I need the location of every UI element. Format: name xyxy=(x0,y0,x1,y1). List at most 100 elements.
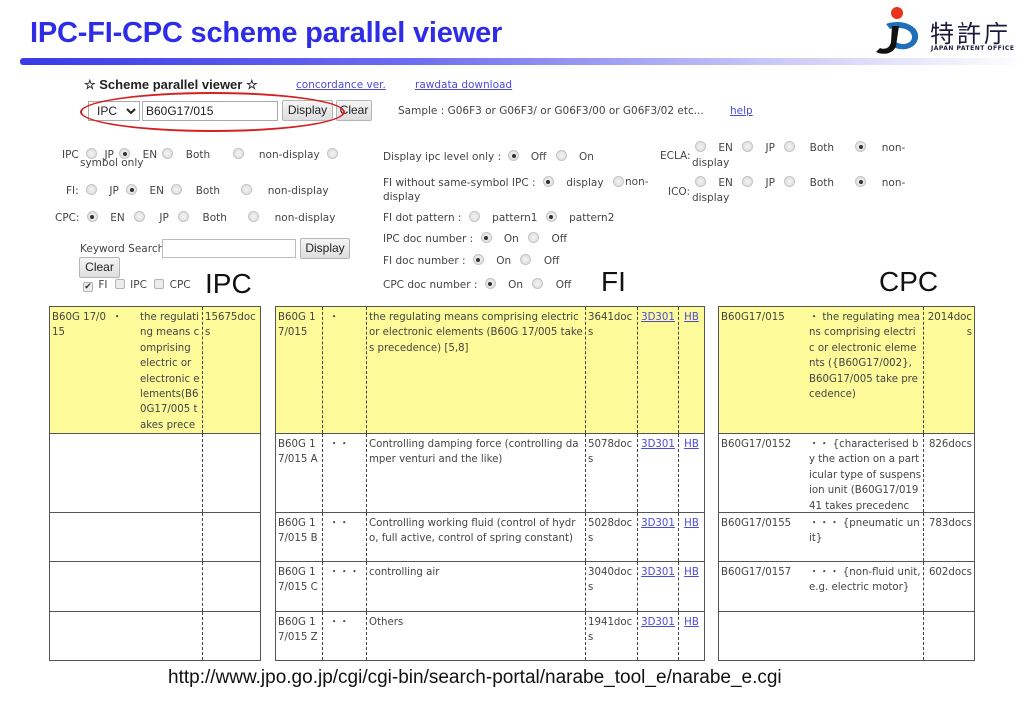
fi-radio-en[interactable] xyxy=(171,184,183,195)
cpc-radio-non-display[interactable] xyxy=(248,211,260,222)
ipc-radio-en[interactable] xyxy=(162,148,174,159)
cpc-title-cell: ・・ {characterised by the action on a par… xyxy=(809,439,922,512)
fi-hb-link[interactable]: HB xyxy=(678,434,704,512)
ico-choice-non-display-a: non- xyxy=(881,177,906,189)
ipc-docs-cell xyxy=(202,513,260,561)
cpc-doc-radio-on[interactable] xyxy=(484,278,496,289)
fi-doc-radio-off[interactable] xyxy=(520,254,532,265)
fi-hb-link-text[interactable]: HB xyxy=(684,518,699,529)
checkbox-cpc[interactable] xyxy=(154,279,165,289)
table-row[interactable]: B60G 17/015 Z ・・ Others 1941docs 3D301 H… xyxy=(276,612,704,660)
ipc-level-label: Display ipc level only : xyxy=(383,151,502,163)
title-underline xyxy=(20,58,1024,65)
fi-theme-link-text[interactable]: 3D301 xyxy=(641,567,675,578)
table-row[interactable]: B60G17/0152 ・・ {characterised by the act… xyxy=(719,434,974,513)
fi-symbol-cell: B60G 17/015 B xyxy=(278,518,318,545)
keyword-search-input[interactable] xyxy=(162,239,296,258)
ecla-radio-non-display[interactable] xyxy=(855,141,867,152)
keyword-display-button[interactable]: Display xyxy=(300,238,350,259)
fi-title-cell: the regulating means comprising electric… xyxy=(366,307,585,433)
fi-theme-link-text[interactable]: 3D301 xyxy=(641,617,675,628)
ipc-level-radio-off[interactable] xyxy=(508,150,520,161)
table-row[interactable]: B60G17/015 ・ the regulating means compri… xyxy=(719,307,974,434)
ecla-radio-jp[interactable] xyxy=(742,141,754,152)
fi-hb-link-text[interactable]: HB xyxy=(684,439,699,450)
fi-dots-cell: ・・ xyxy=(322,513,366,561)
ico-radio-en[interactable] xyxy=(695,176,706,187)
cpc-docs-cell: 2014docs xyxy=(923,307,974,433)
fi-docs-cell: 3641docs xyxy=(585,307,637,433)
fi-without-radio-display[interactable] xyxy=(542,176,554,187)
cpc-radio-jp[interactable] xyxy=(134,211,146,222)
ipc-docs-cell xyxy=(202,612,260,660)
concordance-link[interactable]: concordance ver. xyxy=(296,79,386,91)
fi-theme-link[interactable]: 3D301 xyxy=(637,562,678,611)
fi-theme-link[interactable]: 3D301 xyxy=(637,612,678,660)
ecla-choice-both: Both xyxy=(809,142,835,154)
cpc-radio-en[interactable] xyxy=(86,211,98,222)
fi-theme-link[interactable]: 3D301 xyxy=(637,434,678,512)
fi-theme-link-text[interactable]: 3D301 xyxy=(641,312,675,323)
ipc-choice-non-display: non-display xyxy=(258,149,320,161)
ico-radio-jp[interactable] xyxy=(742,176,754,187)
table-row[interactable]: B60G 17/015 C ・・・ controlling air 3040do… xyxy=(276,562,704,612)
fi-hb-link-text[interactable]: HB xyxy=(684,567,699,578)
fi-docs-cell: 5028docs xyxy=(585,513,637,561)
table-row[interactable]: B60G17/0157 ・・・ {non-fluid unit, e.g. el… xyxy=(719,562,974,612)
ecla-radio-both[interactable] xyxy=(784,141,796,152)
table-row[interactable]: B60G 17/015 B ・・ Controlling working flu… xyxy=(276,513,704,562)
fi-hb-link[interactable]: HB xyxy=(678,612,704,660)
fi-hb-link-text[interactable]: HB xyxy=(684,617,699,628)
table-row[interactable]: B60G17/0155 ・・・ {pneumatic unit} 783docs xyxy=(719,513,974,562)
fi-dot-radio-pattern1[interactable] xyxy=(468,211,480,222)
fi-theme-link[interactable]: 3D301 xyxy=(637,307,678,433)
checkbox-ipc[interactable] xyxy=(114,279,125,289)
checkbox-fi[interactable]: ✔ xyxy=(83,282,93,292)
fi-option-row: FI: JP EN Both non-display xyxy=(66,184,329,197)
fi-radio-both[interactable] xyxy=(241,184,253,195)
fi-hb-link-text[interactable]: HB xyxy=(684,312,699,323)
fi-hb-link[interactable]: HB xyxy=(678,562,704,611)
ipc-level-row: Display ipc level only : Off On xyxy=(383,150,594,163)
fi-without-radio-non-display[interactable] xyxy=(612,176,624,187)
fi-hb-link[interactable]: HB xyxy=(678,513,704,561)
fi-doc-radio-on[interactable] xyxy=(472,254,484,265)
fi-radio-pre[interactable] xyxy=(86,184,98,195)
table-row[interactable]: B60G 17/015 ・ the regulating means compr… xyxy=(276,307,704,434)
ico-radio-both[interactable] xyxy=(784,176,796,187)
fi-radio-jp[interactable] xyxy=(126,184,138,195)
fi-dot-radio-pattern2[interactable] xyxy=(545,211,557,222)
rawdata-download-link[interactable]: rawdata download xyxy=(415,79,512,91)
ecla-radio-en[interactable] xyxy=(695,141,706,152)
cpc-option-label: CPC: xyxy=(55,212,80,224)
fi-without-row: FI without same-symbol IPC : display xyxy=(383,176,624,189)
fi-theme-link-text[interactable]: 3D301 xyxy=(641,439,675,450)
ipc-level-radio-on[interactable] xyxy=(555,150,567,161)
help-link[interactable]: help xyxy=(730,105,753,117)
ipc-radio-both[interactable] xyxy=(232,148,244,159)
fi-hb-link[interactable]: HB xyxy=(678,307,704,433)
fi-dot-choice-pattern2: pattern2 xyxy=(569,212,615,224)
fi-theme-link[interactable]: 3D301 xyxy=(637,513,678,561)
fi-theme-link-text[interactable]: 3D301 xyxy=(641,518,675,529)
cpc-symbol-cell: B60G17/015 xyxy=(721,312,785,323)
fi-dot-choice-pattern1: pattern1 xyxy=(492,212,538,224)
cpc-title-cell: ・・・ {pneumatic unit} xyxy=(809,518,920,545)
ipc-level-choice-on: On xyxy=(579,151,594,163)
fi-title-cell: Others xyxy=(366,612,585,660)
cpc-doc-label: CPC doc number : xyxy=(383,279,478,291)
keyword-clear-button[interactable]: Clear xyxy=(79,257,120,278)
table-row[interactable]: B60G 17/015 A ・・ Controlling damping for… xyxy=(276,434,704,513)
ipc-radio-non-display[interactable] xyxy=(327,148,339,159)
checkbox-cpc-label: CPC xyxy=(169,279,191,291)
ico-radio-non-display[interactable] xyxy=(855,176,867,187)
cpc-radio-both[interactable] xyxy=(178,211,190,222)
fi-without-label: FI without same-symbol IPC : xyxy=(383,177,536,189)
ico-label: ICO: xyxy=(668,186,691,198)
ipc-doc-radio-on[interactable] xyxy=(480,232,492,243)
cpc-choice-both: Both xyxy=(202,212,227,224)
ipc-doc-radio-off[interactable] xyxy=(528,232,540,243)
table-row[interactable]: B60G 17/015 ・ the regulating means compr… xyxy=(50,307,260,434)
cpc-doc-radio-off[interactable] xyxy=(532,278,544,289)
cpc-docs-cell: 602docs xyxy=(923,562,974,611)
